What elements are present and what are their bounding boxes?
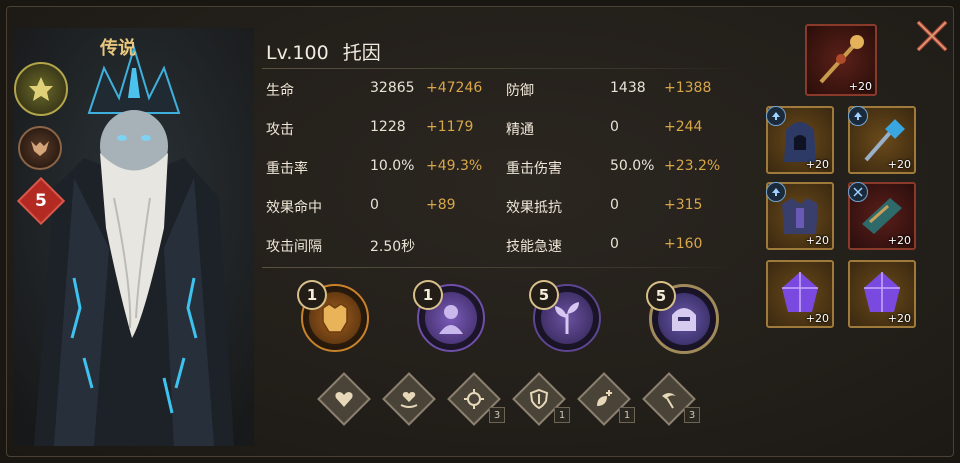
skill-spirit[interactable]: 1 <box>413 280 485 352</box>
enhance-level: +20 <box>848 80 872 93</box>
rarity-label: 传说 <box>100 38 136 59</box>
enhance-level: +20 <box>887 312 911 325</box>
stat-label: 防御 <box>506 83 534 99</box>
stat-value: 0 <box>610 119 619 135</box>
star-level-value: 5 <box>35 191 47 211</box>
enhance-level: +20 <box>805 234 829 247</box>
skill-sprout[interactable]: 5 <box>529 280 601 352</box>
skill-helmet[interactable]: 5 <box>646 281 719 354</box>
hero-name: 托因 <box>342 42 381 64</box>
stat-value: 0 <box>610 197 619 213</box>
enhance-level: +20 <box>887 158 911 171</box>
stat-bonus: +89 <box>426 197 456 213</box>
equip-helmet-slot[interactable]: +20 <box>766 106 834 174</box>
stat-label: 重击伤害 <box>506 161 562 177</box>
class-emblem-icon[interactable] <box>14 62 68 116</box>
stat-bonus: +160 <box>664 236 703 252</box>
talent-count: 1 <box>554 407 570 423</box>
close-icon <box>916 20 948 52</box>
heart-icon <box>335 392 353 407</box>
stat-row: 攻击 1228 +1179 精通 0 +244 <box>266 119 736 141</box>
stat-value: 2.50秒 <box>370 239 416 255</box>
stat-label: 效果抵抗 <box>506 200 562 216</box>
hero-title: Lv.100 托因 <box>266 38 389 65</box>
upgrade-arrow-icon <box>766 182 786 202</box>
stat-value: 1228 <box>370 119 406 135</box>
talent-count: 1 <box>619 407 635 423</box>
stat-bonus: +244 <box>664 119 703 135</box>
stat-row: 效果命中 0 +89 效果抵抗 0 +315 <box>266 197 736 219</box>
stat-value: 1438 <box>610 80 646 96</box>
leaf-plus-icon <box>597 390 612 406</box>
enhance-level: +20 <box>805 312 829 325</box>
stat-value: 0 <box>610 236 619 252</box>
stat-label: 攻击间隔 <box>266 239 322 255</box>
enhance-level: +20 <box>805 158 829 171</box>
skill-level: 5 <box>646 281 676 311</box>
upgrade-arrow-icon <box>766 106 786 126</box>
shield-icon <box>529 388 549 410</box>
stat-bonus: +47246 <box>426 80 483 96</box>
stat-value: 32865 <box>370 80 415 96</box>
equip-weapon-slot[interactable]: +20 <box>805 24 877 96</box>
swap-icon <box>848 182 868 202</box>
equip-armor-slot[interactable]: +20 <box>766 182 834 250</box>
equip-scepter-slot[interactable]: +20 <box>848 106 916 174</box>
stat-label: 重击率 <box>266 161 308 177</box>
stat-row: 生命 32865 +47246 防御 1438 +1388 <box>266 80 736 102</box>
skill-level: 1 <box>413 280 443 310</box>
stat-bonus: +23.2% <box>664 158 721 174</box>
stat-label: 效果命中 <box>266 200 322 216</box>
enhance-level: +20 <box>887 234 911 247</box>
stat-label: 精通 <box>506 122 534 138</box>
skill-armor[interactable]: 1 <box>297 280 369 352</box>
stat-bonus: +315 <box>664 197 703 213</box>
sickle-icon <box>662 393 676 409</box>
skill-level: 1 <box>297 280 327 310</box>
heart-hand-icon <box>400 392 418 408</box>
stat-value: 0 <box>370 197 379 213</box>
equip-bracer-slot[interactable]: +20 <box>848 182 916 250</box>
equip-crystal-slot-2[interactable]: +20 <box>848 260 916 328</box>
talent-count: 3 <box>489 407 505 423</box>
stat-row: 攻击间隔 2.50秒 技能急速 0 +160 <box>266 236 736 258</box>
faction-demon-icon[interactable] <box>18 126 62 170</box>
title-divider <box>262 68 740 69</box>
equip-crystal-slot-1[interactable]: +20 <box>766 260 834 328</box>
stat-value: 50.0% <box>610 158 655 174</box>
stat-bonus: +1179 <box>426 119 474 135</box>
upgrade-arrow-icon <box>848 106 868 126</box>
talent-count: 3 <box>684 407 700 423</box>
stat-label: 攻击 <box>266 122 294 138</box>
crosshair-icon <box>464 389 484 409</box>
stat-label: 生命 <box>266 83 294 99</box>
stat-bonus: +49.3% <box>426 158 483 174</box>
stat-value: 10.0% <box>370 158 415 174</box>
stat-label: 技能急速 <box>506 239 562 255</box>
stat-row: 重击率 10.0% +49.3% 重击伤害 50.0% +23.2% <box>266 158 736 180</box>
close-button[interactable] <box>912 16 952 56</box>
stat-bonus: +1388 <box>664 80 712 96</box>
hero-level: Lv.100 <box>266 42 329 64</box>
skill-level: 5 <box>529 280 559 310</box>
stats-divider <box>262 267 740 268</box>
